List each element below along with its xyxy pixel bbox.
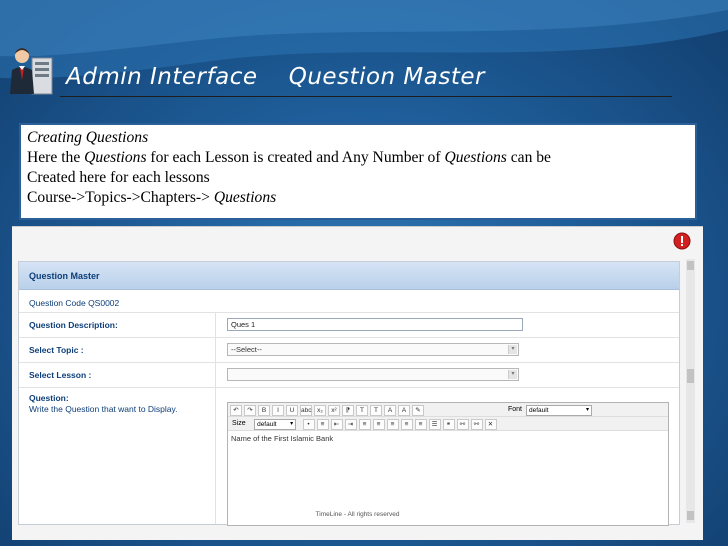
format-button-7[interactable]: x² [328,405,340,416]
layout-button-1[interactable]: ≡ [316,419,329,430]
description-row: Question Description: Ques 1 [19,313,679,338]
question-hint: Write the Question that want to Display. [29,404,178,414]
format-button-2[interactable]: B [258,405,270,416]
format-button-4[interactable]: U [286,405,298,416]
format-button-3[interactable]: I [272,405,284,416]
layout-button-7[interactable]: ≡ [400,419,413,430]
layout-button-6[interactable]: ≡ [386,419,399,430]
lesson-select[interactable]: ▾ [227,368,519,381]
layout-button-3[interactable]: ⇥ [344,419,357,430]
question-label: Question: [29,393,69,403]
format-button-11[interactable]: A [384,405,396,416]
size-label: Size [232,420,246,427]
format-button-6[interactable]: x₂ [314,405,326,416]
layout-button-2[interactable]: ⇤ [330,419,343,430]
layout-button-11[interactable]: ⚯ [456,419,469,430]
format-button-10[interactable]: T [370,405,382,416]
format-button-8[interactable]: ⁋ [342,405,354,416]
panel-title: Question Master [19,262,679,290]
size-dropdown[interactable]: default [254,419,297,430]
layout-button-8[interactable]: ≡ [414,419,427,430]
editor-toolbar-row-2: Size default •≡⇤⇥≡≡≡≡≡☰⚭⚯⚯✕ [228,417,668,431]
lesson-label: Select Lesson : [29,370,92,380]
layout-button-9[interactable]: ☰ [428,419,441,430]
font-label: Font [508,406,523,413]
description-label: Question Description: [29,320,118,330]
description-input[interactable]: Ques 1 [227,318,523,331]
topic-row: Select Topic : --Select-- ▾ [19,338,679,363]
scroll-up-arrow[interactable] [687,261,694,270]
scroll-thumb[interactable] [687,369,694,383]
row-divider [215,338,216,362]
alert-icon[interactable] [673,232,691,250]
chevron-down-icon: ▾ [508,370,517,379]
footer-text: TimeLine - All rights reserved [315,511,400,518]
question-rich-text-editor[interactable]: ↶↷BIUabcx₂x²⁋TTAA✎ Font default Size def… [227,402,669,526]
description-line-3: Created here for each lessons [27,169,210,186]
description-box: Creating Questions Here the Questions fo… [19,123,697,220]
description-line-2: Here the Questions for each Lesson is cr… [27,149,551,166]
editor-content[interactable]: Name of the First Islamic Bank [228,431,668,446]
format-button-13[interactable]: ✎ [412,405,424,416]
scrollbar[interactable] [686,259,695,523]
slide-wave-decoration [0,0,728,79]
description-line-4: Course->Topics->Chapters-> Questions [27,189,277,206]
description-line-1: Creating Questions [27,129,149,146]
layout-button-13[interactable]: ✕ [484,419,497,430]
slide-title: Admin Interface Question Master [66,64,485,90]
row-divider [215,363,216,387]
layout-button-10[interactable]: ⚭ [442,419,455,430]
format-button-9[interactable]: T [356,405,368,416]
layout-button-12[interactable]: ⚯ [470,419,483,430]
layout-button-0[interactable]: • [302,419,315,430]
row-divider [215,313,216,337]
question-code-row: Question Code QS0002 [19,291,679,313]
format-button-5[interactable]: abc [300,405,312,416]
row-divider [215,388,216,524]
title-rule [60,96,672,97]
topic-label: Select Topic : [29,345,84,355]
question-master-panel: Question Master Question Code QS0002 Que… [18,261,680,526]
format-button-0[interactable]: ↶ [230,405,242,416]
font-dropdown[interactable]: default [526,405,592,416]
question-code: Question Code QS0002 [29,298,120,308]
layout-button-4[interactable]: ≡ [358,419,371,430]
lesson-row: Select Lesson : ▾ [19,363,679,388]
format-button-1[interactable]: ↷ [244,405,256,416]
editor-toolbar-row-1: ↶ ↷ B I Uabc x₂ x² ⁋ T T A A ✎ Font default [228,403,668,417]
chevron-down-icon: ▾ [508,345,517,354]
format-button-12[interactable]: A [398,405,410,416]
layout-button-5[interactable]: ≡ [372,419,385,430]
admin-person-icon [10,48,53,95]
app-screenshot: Question Master Question Code QS0002 Que… [12,226,703,540]
topic-select-value: --Select-- [231,345,262,354]
topic-select[interactable]: --Select-- ▾ [227,343,519,356]
